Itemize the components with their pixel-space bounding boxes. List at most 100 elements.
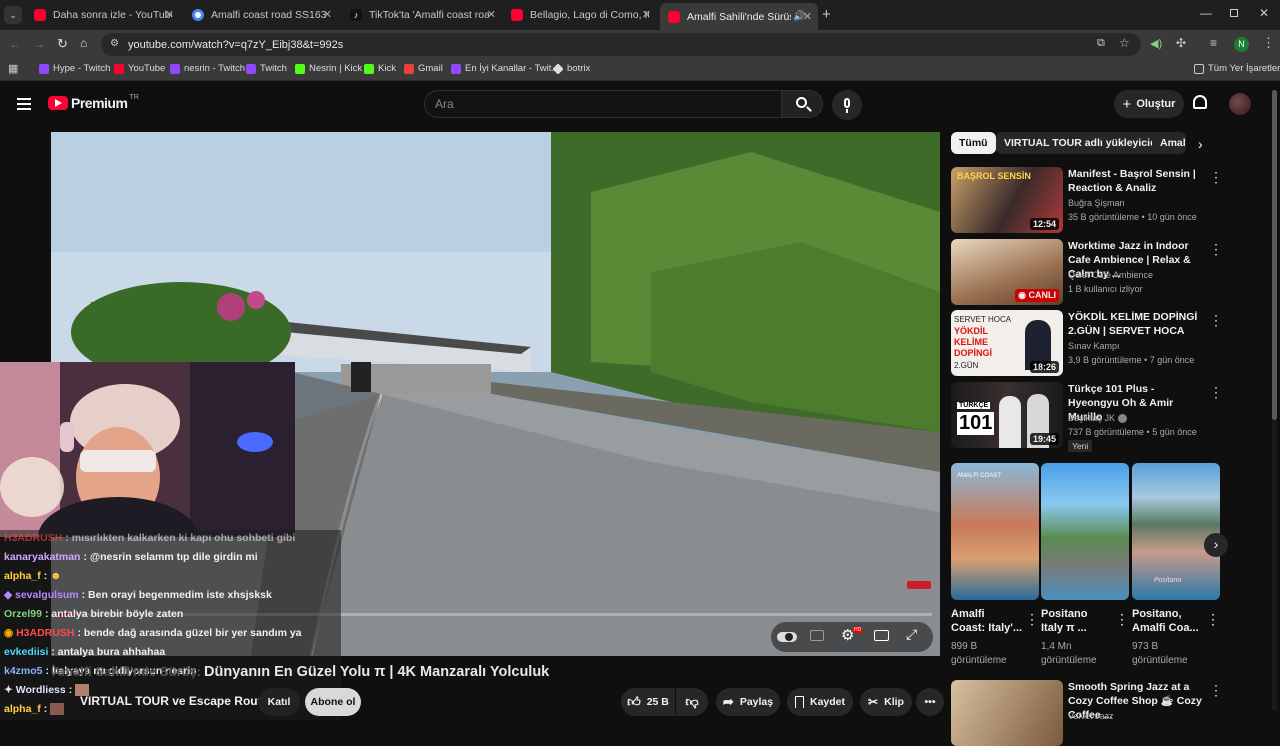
related-video[interactable]: Smooth Spring Jazz at a Cozy Coffee Shop… — [951, 680, 1223, 746]
bookmark-hype-twitch[interactable]: Hype - Twitch — [39, 63, 110, 74]
youtube-logo[interactable]: Premium TR — [48, 94, 139, 111]
reload-icon[interactable]: ↻ — [57, 36, 68, 52]
video-thumbnail[interactable]: ◉ CANLI — [951, 239, 1063, 305]
short-video[interactable]: Positano Positano, Amalfi Coa... 973 B g… — [1132, 463, 1220, 668]
join-button[interactable]: Katıl — [258, 688, 300, 716]
bookmark-nesrin-kick[interactable]: Nesrin | Kick — [295, 63, 362, 74]
shorts-next-button[interactable]: › — [1204, 533, 1228, 557]
bookmark-best-channels[interactable]: En İyi Kanallar - Twit... — [451, 63, 559, 74]
install-app-icon[interactable]: ⧉ — [1097, 37, 1105, 50]
fullscreen-icon[interactable]: ⤢ — [906, 626, 917, 643]
home-icon[interactable]: ⌂ — [80, 36, 87, 50]
channel-name[interactable]: VIRTUAL TOUR ve Escape Routine — [80, 694, 279, 708]
chip-all[interactable]: Tümü — [951, 132, 996, 154]
share-button[interactable]: ➦ Paylaş — [716, 688, 780, 716]
audio-icon[interactable]: ◀) — [1150, 37, 1162, 50]
media-control-icon[interactable]: ≡ — [1210, 36, 1217, 50]
more-vertical-icon[interactable]: ⋮ — [1209, 169, 1223, 186]
bookmark-twitch[interactable]: Twitch — [246, 63, 287, 74]
short-meta: 899 B görüntüleme — [951, 641, 1007, 666]
forward-icon[interactable]: → — [33, 37, 45, 51]
bookmark-kick[interactable]: Kick — [364, 63, 396, 74]
close-tab-icon[interactable]: ✕ — [323, 8, 332, 21]
video-meta: 35 B görüntüleme • 10 gün önce — [1068, 212, 1197, 222]
tab-search-icon[interactable]: ⌄ — [4, 6, 22, 24]
bookmark-nesrin-twitch[interactable]: nesrin - Twitch — [170, 63, 245, 74]
dislike-button[interactable]: 👎︎ — [676, 688, 708, 716]
more-vertical-icon[interactable]: ⋮ — [1209, 241, 1223, 258]
search-button[interactable] — [781, 90, 823, 118]
account-avatar[interactable] — [1229, 93, 1251, 115]
video-thumbnail[interactable]: BAŞROL SENSİN 12:54 — [951, 167, 1063, 233]
close-tab-icon[interactable]: ✕ — [803, 10, 812, 23]
more-vertical-icon[interactable]: ⋮ — [1115, 611, 1129, 628]
clip-button[interactable]: ✂ Klip — [860, 688, 912, 716]
site-info-icon[interactable]: ⚙ — [110, 38, 119, 49]
extensions-icon[interactable]: ✣ — [1176, 36, 1186, 50]
chip-amalfi[interactable]: Amal — [1152, 132, 1186, 154]
bookmark-star-icon[interactable]: ☆ — [1119, 36, 1130, 50]
close-tab-icon[interactable]: ✕ — [165, 8, 174, 21]
back-icon[interactable]: ← — [9, 37, 21, 51]
chips-next-chevron-icon[interactable]: › — [1198, 136, 1203, 152]
bookmark-botrix[interactable]: botrix — [552, 62, 590, 75]
profile-avatar[interactable]: N — [1234, 37, 1249, 52]
search-input[interactable]: Ara — [424, 90, 782, 118]
channel-name[interactable]: Beşiktaş JK — [1068, 413, 1127, 424]
subscribe-button[interactable]: Abone ol — [305, 688, 361, 716]
subscribe-watermark[interactable] — [907, 581, 931, 589]
more-vertical-icon[interactable]: ⋮ — [1209, 682, 1223, 699]
new-tab-button[interactable]: + — [822, 6, 831, 23]
apps-grid-icon[interactable]: ▦ — [8, 62, 18, 75]
chip-uploader[interactable]: VIRTUAL TOUR adlı yükleyiciden — [996, 132, 1177, 154]
address-bar[interactable]: ⚙ youtube.com/watch?v=q7zY_Eibj38&t=992s… — [101, 33, 1141, 56]
close-tab-icon[interactable]: ✕ — [487, 8, 496, 21]
minimize-button[interactable]: — — [1200, 6, 1212, 20]
notifications-bell-icon[interactable] — [1193, 95, 1207, 109]
subtitles-icon[interactable] — [810, 630, 824, 641]
chat-username: Orzel99 — [4, 608, 42, 620]
close-window-button[interactable]: ✕ — [1259, 6, 1269, 20]
channel-name[interactable]: Quiet Cafe Ambience — [1068, 270, 1153, 280]
save-button[interactable]: Kaydet — [787, 688, 853, 716]
video-thumbnail[interactable] — [951, 680, 1063, 746]
all-bookmarks[interactable]: Tüm Yer İşaretleri — [1194, 63, 1280, 74]
browser-menu-icon[interactable]: ⋮ — [1262, 35, 1275, 51]
bookmark-youtube[interactable]: YouTube — [114, 63, 165, 74]
short-thumbnail[interactable]: Positano — [1132, 463, 1220, 600]
autoplay-toggle[interactable] — [777, 632, 797, 642]
tab-watch-later[interactable]: Daha sonra izle - YouTube ✕ — [26, 4, 180, 26]
more-actions-button[interactable]: ••• — [916, 688, 944, 716]
tab-tiktok[interactable]: ♪ TikTok'ta 'Amalfi coast road SS ✕ — [342, 4, 502, 26]
more-vertical-icon[interactable]: ⋮ — [1209, 384, 1223, 401]
related-video[interactable]: SERVET HOCA YÖKDİL KELİME DOPİNGİ 2.GÜN … — [951, 310, 1223, 376]
hamburger-menu-icon[interactable] — [17, 98, 31, 110]
more-vertical-icon[interactable]: ⋮ — [1025, 611, 1039, 628]
related-video[interactable]: TÜRKÇE 101 19:45 Türkçe 101 Plus - Hyeon… — [951, 382, 1223, 452]
tab-google-search[interactable]: Amalfi coast road SS163 - Goo ✕ — [184, 4, 338, 26]
close-tab-icon[interactable]: ✕ — [642, 8, 651, 21]
plus-icon: + — [1122, 95, 1132, 113]
bookmark-gmail[interactable]: Gmail — [404, 63, 443, 74]
short-thumbnail[interactable]: AMALFI COAST — [951, 463, 1039, 600]
channel-name[interactable]: Buğra Şişman — [1068, 198, 1125, 208]
restore-button[interactable] — [1230, 9, 1238, 17]
video-thumbnail[interactable]: TÜRKÇE 101 19:45 — [951, 382, 1063, 448]
related-video[interactable]: BAŞROL SENSİN 12:54 Manifest - Başrol Se… — [951, 167, 1223, 233]
page-scrollbar[interactable] — [1272, 90, 1277, 710]
gmail-icon — [404, 63, 414, 74]
tab-amalfi-active[interactable]: Amalfi Sahili'nde Sürüş: Dü 🔊 ✕ — [660, 3, 818, 30]
miniplayer-icon[interactable] — [874, 630, 889, 641]
tab-bellagio[interactable]: Bellagio, Lago di Como, Italy - ✕ — [503, 4, 657, 26]
short-video[interactable]: Positano Italy π ... 1,4 Mn görüntüleme … — [1041, 463, 1129, 668]
related-video[interactable]: ◉ CANLI Worktime Jazz in Indoor Cafe Amb… — [951, 239, 1223, 305]
create-button[interactable]: + Oluştur — [1114, 90, 1184, 118]
short-video[interactable]: AMALFI COAST Amalfi Coast: Italy'... 899… — [951, 463, 1039, 668]
channel-name[interactable]: Sınav Kampı — [1068, 341, 1120, 351]
more-vertical-icon[interactable]: ⋮ — [1209, 312, 1223, 329]
like-button[interactable]: 👍︎ 25 B — [621, 688, 675, 716]
voice-search-button[interactable] — [832, 90, 862, 120]
video-thumbnail[interactable]: SERVET HOCA YÖKDİL KELİME DOPİNGİ 2.GÜN … — [951, 310, 1063, 376]
more-vertical-icon[interactable]: ⋮ — [1206, 611, 1220, 628]
short-thumbnail[interactable] — [1041, 463, 1129, 600]
